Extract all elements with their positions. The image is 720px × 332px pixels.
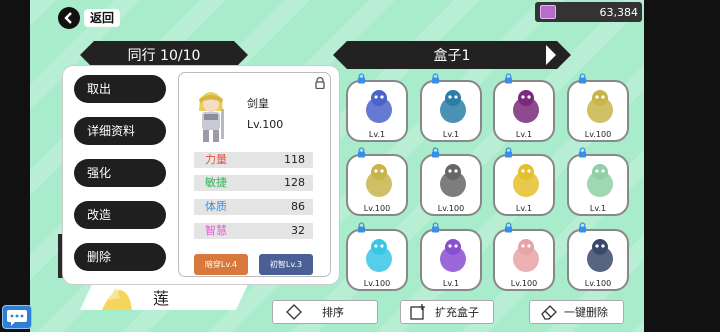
hero-card: 剑皇 Lv.100 力量 118 敏捷 128 体质 86 智慧 32 暗穿Lv… — [178, 72, 331, 277]
yellow-bird-icon — [513, 164, 539, 197]
hero-portrait — [199, 92, 224, 142]
expand-box-label: 扩充盒子 — [435, 306, 479, 319]
delete-button[interactable]: 删除 — [74, 243, 166, 271]
slot-level: Lv.100 — [363, 204, 391, 213]
stat-label: 力量 — [205, 153, 227, 166]
lock-icon — [431, 73, 440, 84]
slot-level: Lv.100 — [363, 279, 391, 288]
box-slot[interactable]: Lv.1 — [567, 147, 629, 216]
lock-icon — [504, 147, 513, 158]
gem-book-icon — [540, 5, 556, 19]
stat-value: 128 — [284, 176, 305, 189]
stat-wisdom: 智慧 32 — [194, 223, 313, 239]
slot-level: Lv.100 — [437, 204, 465, 213]
back-label: 返回 — [84, 9, 121, 27]
slot-level: Lv.1 — [515, 204, 533, 213]
slot-level: Lv.100 — [584, 130, 612, 139]
stat-value: 118 — [284, 153, 305, 166]
slot-level: Lv.100 — [510, 279, 538, 288]
slot-level: Lv.1 — [442, 130, 460, 139]
back-arrow-icon — [58, 7, 80, 29]
dark-knight-icon — [513, 90, 539, 123]
details-button[interactable]: 详细资料 — [74, 117, 166, 145]
lock-icon — [504, 222, 513, 233]
slot-level: Lv.1 — [589, 204, 607, 213]
sort-icon — [286, 304, 302, 320]
hero-level: Lv.100 — [247, 118, 284, 131]
box-title: 盒子1 — [433, 48, 471, 64]
delete-all-label: 一键删除 — [564, 306, 608, 319]
box-slot[interactable]: Lv.100 — [567, 222, 629, 291]
lock-icon — [357, 73, 366, 84]
lock-icon — [431, 147, 440, 158]
currency-value: 63,384 — [599, 5, 639, 19]
pink-hair-girl-icon — [513, 239, 539, 272]
box-slot[interactable]: Lv.100 — [346, 222, 408, 291]
left-letterbox — [0, 0, 30, 332]
box-slot[interactable]: Lv.100 — [493, 222, 555, 291]
white-dragon-icon — [587, 164, 613, 197]
chat-bubble-icon — [7, 310, 27, 326]
box-slot[interactable]: Lv.1 — [346, 73, 408, 142]
slot-level: Lv.1 — [368, 130, 386, 139]
chat-button[interactable] — [2, 305, 32, 329]
skill-badge-2[interactable]: 初智Lv.3 — [259, 254, 313, 275]
box-slot[interactable]: Lv.1 — [493, 147, 555, 216]
lock-icon — [357, 147, 366, 158]
sort-button[interactable]: 排序 — [272, 300, 378, 324]
eraser-icon — [541, 305, 557, 320]
lock-icon — [504, 73, 513, 84]
companion-name: 莲 — [153, 289, 170, 308]
expand-box-button[interactable]: 扩充盒子 — [400, 300, 494, 324]
hero-name: 剑皇 — [247, 97, 269, 110]
delete-all-button[interactable]: 一键删除 — [529, 300, 624, 324]
ice-spirit-icon — [366, 239, 392, 272]
blonde-knight-icon — [366, 164, 392, 197]
blonde-knight-icon — [587, 90, 613, 123]
dark-mage-icon — [587, 239, 613, 272]
box-slot[interactable]: Lv.1 — [420, 73, 482, 142]
lock-icon — [578, 147, 587, 158]
box-banner: 盒子1 — [333, 41, 571, 69]
skill-badge-1[interactable]: 暗穿Lv.4 — [194, 254, 248, 275]
companion-avatar — [100, 286, 134, 310]
add-box-icon — [410, 304, 425, 320]
right-letterbox — [644, 0, 720, 332]
slot-level: Lv.1 — [515, 130, 533, 139]
slot-level: Lv.1 — [442, 279, 460, 288]
slot-level: Lv.100 — [584, 279, 612, 288]
lock-icon — [357, 222, 366, 233]
currency-display: 63,384 — [535, 2, 642, 22]
box-slot[interactable]: Lv.1 — [420, 222, 482, 291]
stat-label: 敏捷 — [205, 176, 227, 189]
modify-button[interactable]: 改造 — [74, 201, 166, 229]
next-box-arrow-icon[interactable] — [546, 45, 556, 65]
silver-hair-girl-icon — [440, 164, 466, 197]
blue-dragon-icon — [366, 90, 392, 123]
box-slot[interactable]: Lv.100 — [567, 73, 629, 142]
lock-icon — [578, 222, 587, 233]
hero-popup: 取出 详细资料 强化 改造 删除 剑皇 Lv.100 力量 118 敏捷 128 — [63, 66, 339, 284]
lock-icon — [578, 73, 587, 84]
stat-value: 86 — [291, 200, 305, 213]
blue-demon-icon — [440, 90, 466, 123]
stat-label: 体质 — [205, 200, 227, 213]
take-out-button[interactable]: 取出 — [74, 75, 166, 103]
enhance-button[interactable]: 强化 — [74, 159, 166, 187]
stat-label: 智慧 — [205, 224, 227, 237]
box-slot[interactable]: Lv.1 — [493, 73, 555, 142]
sort-label: 排序 — [322, 306, 344, 319]
lock-icon[interactable] — [315, 77, 325, 89]
stat-strength: 力量 118 — [194, 152, 313, 168]
stat-agility: 敏捷 128 — [194, 175, 313, 191]
box-slot[interactable]: Lv.100 — [346, 147, 408, 216]
box-slot[interactable]: Lv.100 — [420, 147, 482, 216]
purple-slime-icon — [440, 239, 466, 272]
companion-count-label: 同行 10/10 — [127, 48, 201, 64]
stat-constitution: 体质 86 — [194, 199, 313, 215]
lock-icon — [431, 222, 440, 233]
back-button[interactable]: 返回 — [58, 7, 122, 29]
stat-value: 32 — [291, 224, 305, 237]
companion-banner: 同行 10/10 — [80, 41, 248, 69]
